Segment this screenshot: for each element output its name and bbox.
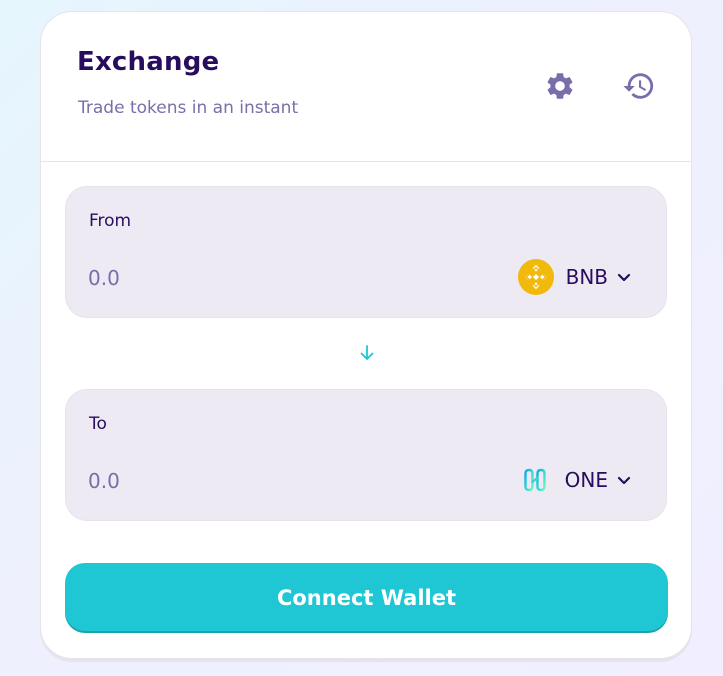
to-token-symbol: ONE — [564, 468, 608, 492]
connect-wallet-button[interactable]: Connect Wallet — [65, 563, 668, 633]
history-icon — [623, 73, 654, 99]
from-token-symbol: BNB — [565, 265, 608, 289]
history-button[interactable] — [620, 67, 658, 105]
from-label: From — [89, 211, 132, 231]
exchange-card: Exchange Trade tokens in an instant From — [40, 11, 692, 659]
gear-icon — [547, 73, 573, 99]
settings-button[interactable] — [541, 67, 579, 105]
from-panel: From BNB — [65, 186, 667, 318]
page-title: Exchange — [77, 47, 220, 77]
to-panel: To ONE — [65, 389, 667, 521]
to-label: To — [89, 414, 107, 434]
harmony-one-logo-icon — [517, 462, 553, 498]
chevron-down-icon — [616, 472, 632, 488]
card-header: Exchange Trade tokens in an instant — [41, 12, 691, 162]
swap-direction-button[interactable] — [355, 341, 379, 365]
to-token-select[interactable]: ONE — [517, 460, 632, 500]
bnb-logo-icon — [517, 259, 554, 295]
from-amount-input[interactable] — [88, 261, 348, 295]
from-token-select[interactable]: BNB — [517, 257, 632, 297]
to-amount-input[interactable] — [88, 464, 348, 498]
chevron-down-icon — [616, 269, 632, 285]
page-subtitle: Trade tokens in an instant — [78, 98, 299, 118]
arrow-down-icon — [360, 345, 374, 360]
